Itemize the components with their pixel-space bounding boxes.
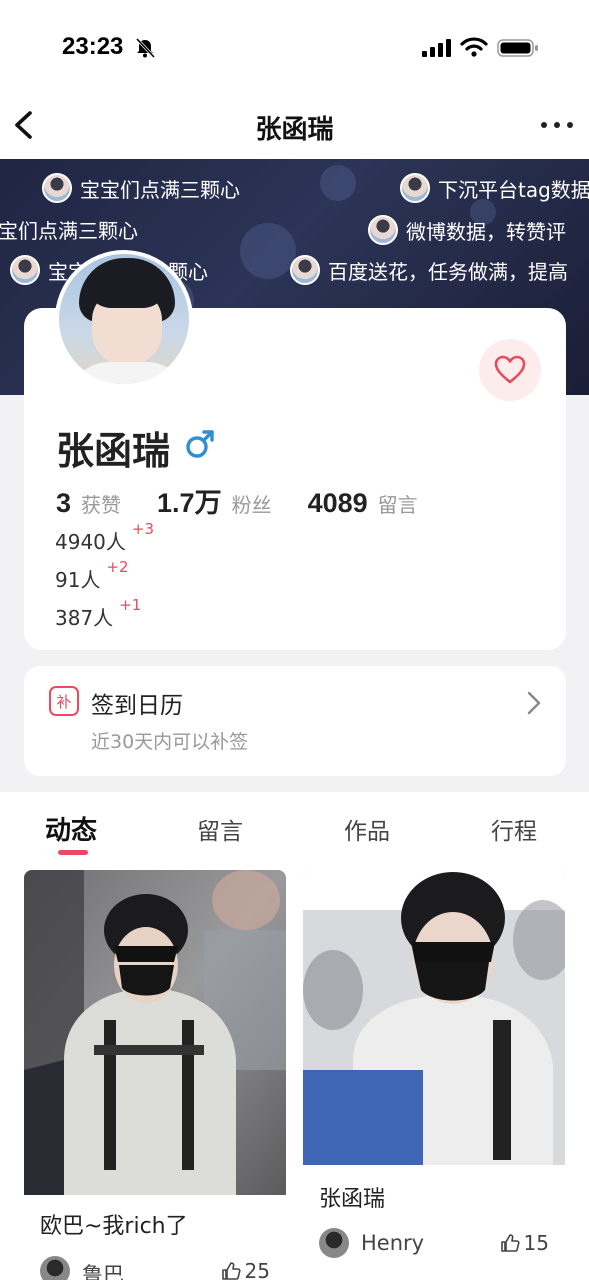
danmaku-avatar	[42, 173, 72, 203]
content-section: 动态 留言 作品 行程 欧巴~我rich了 鲁巴 25 张函瑞 Henry 15	[0, 792, 589, 1280]
profile-stats: 3 获赞 1.7万 粉丝 4089 留言	[56, 481, 418, 520]
likes-count: 3	[56, 488, 72, 518]
makeup-checkin-icon: 补	[49, 686, 79, 716]
danmaku-avatar	[368, 215, 398, 245]
post-caption: 欧巴~我rich了	[40, 1214, 188, 1239]
supporter-counts: 4940人 +3 91人 +2 387人 +1	[55, 520, 154, 634]
messages-label: 留言	[377, 493, 418, 517]
checkin-title: 签到日历	[91, 693, 183, 719]
status-time: 23:23	[62, 33, 124, 60]
tab-dynamics[interactable]: 动态	[45, 810, 97, 847]
increment-badge: +2	[106, 558, 129, 576]
post-image	[303, 870, 565, 1165]
count-row: 4940人 +3	[55, 520, 155, 554]
post-author: Henry	[361, 1231, 425, 1255]
likes-label: 获赞	[81, 493, 122, 517]
tab-schedule[interactable]: 行程	[491, 812, 537, 846]
tab-messages[interactable]: 留言	[197, 812, 243, 846]
status-bar: 23:23	[0, 0, 589, 95]
danmaku-message: 百度送花，任务做满，提高	[290, 255, 568, 285]
checkin-subtitle: 近30天内可以补签	[91, 731, 249, 753]
increment-badge: +1	[119, 596, 142, 614]
checkin-calendar-card[interactable]: 补 签到日历 近30天内可以补签	[24, 666, 566, 776]
thumbs-up-icon	[221, 1262, 241, 1280]
profile-name: 张函瑞	[56, 429, 171, 473]
bell-muted-icon	[135, 37, 156, 59]
danmaku-message: 宝们点满三颗心	[0, 219, 138, 243]
post-caption: 张函瑞	[319, 1187, 386, 1212]
messages-count[interactable]: 4089	[308, 488, 368, 519]
post-author-avatar	[319, 1228, 349, 1258]
danmaku-avatar	[10, 255, 40, 285]
fans-label: 粉丝	[231, 493, 272, 517]
tab-bar: 动态 留言 作品 行程	[0, 792, 589, 864]
post-card[interactable]: 张函瑞 Henry 15	[303, 870, 565, 1280]
danmaku-message: 宝宝们点满三颗心	[42, 173, 240, 203]
nav-bar: 张函瑞	[0, 95, 589, 159]
signal-icon	[422, 39, 451, 57]
post-author-avatar	[40, 1256, 70, 1280]
avatar[interactable]	[55, 250, 193, 388]
danmaku-avatar	[290, 255, 320, 285]
post-image	[24, 870, 286, 1195]
tab-works[interactable]: 作品	[344, 812, 390, 846]
danmaku-message: 微博数据，转赞评	[368, 215, 566, 245]
thumbs-up-icon	[500, 1234, 520, 1252]
heart-icon	[494, 355, 526, 384]
more-options-icon[interactable]	[539, 115, 575, 135]
male-gender-icon	[186, 430, 214, 458]
fans-count[interactable]: 1.7万	[157, 481, 222, 520]
chevron-right-icon	[527, 691, 541, 715]
post-likes[interactable]: 25	[221, 1259, 270, 1280]
count-row: 387人 +1	[55, 596, 142, 630]
post-likes[interactable]: 15	[500, 1231, 549, 1255]
page-title: 张函瑞	[255, 115, 334, 145]
danmaku-message: 下沉平台tag数据	[400, 173, 589, 203]
increment-badge: +3	[131, 520, 155, 538]
follow-heart-button[interactable]	[479, 339, 541, 401]
battery-icon	[497, 39, 538, 57]
wifi-icon	[460, 37, 488, 57]
active-tab-indicator	[58, 850, 88, 855]
post-card[interactable]: 欧巴~我rich了 鲁巴 25	[24, 870, 286, 1280]
count-row: 91人 +2	[55, 558, 129, 592]
danmaku-avatar	[400, 173, 430, 203]
post-author: 鲁巴	[82, 1263, 124, 1280]
